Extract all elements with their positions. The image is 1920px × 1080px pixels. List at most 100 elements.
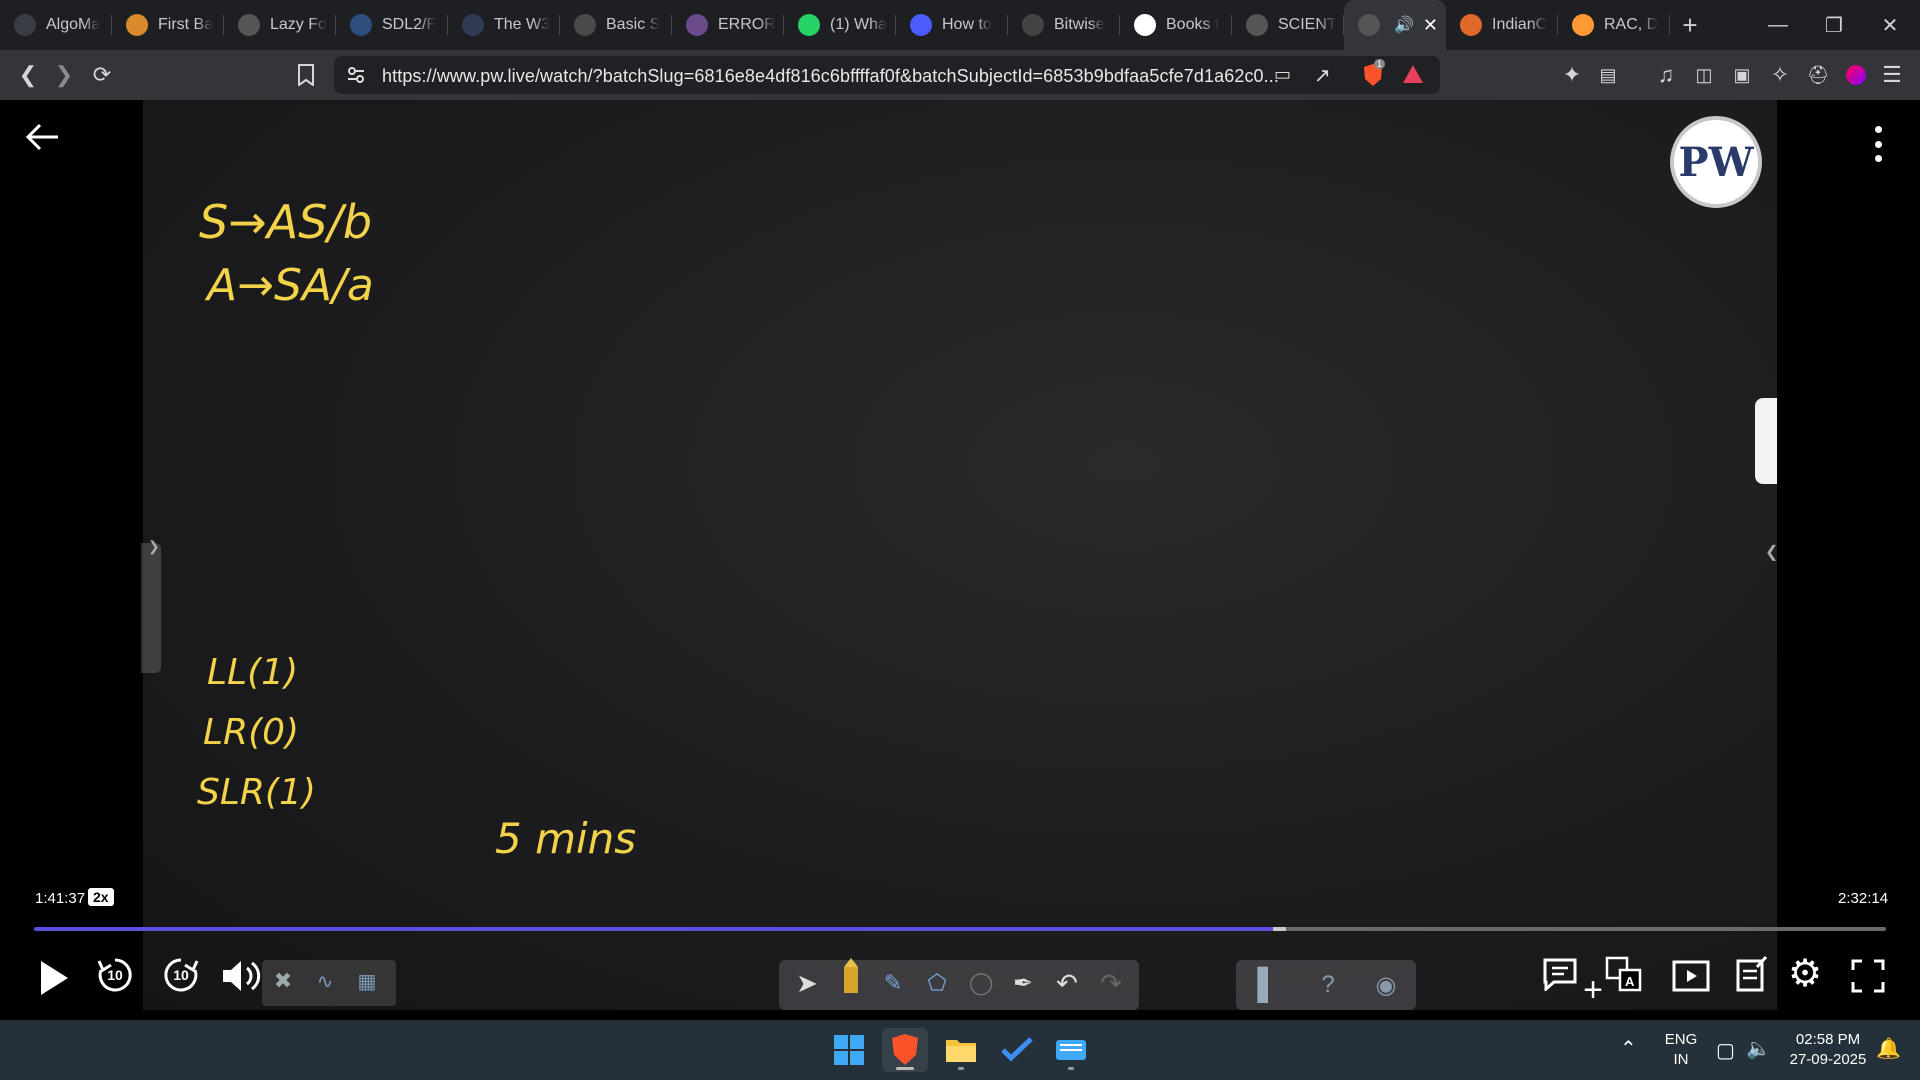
browser-toolbar: ❮ ❯ ⟳ https://www.pw.live/watch/?batchSl… bbox=[0, 50, 1920, 100]
fullscreen-icon[interactable] bbox=[1848, 956, 1888, 996]
speaker-icon[interactable]: 🔈 bbox=[1746, 1036, 1771, 1061]
profile-icon[interactable] bbox=[1840, 59, 1872, 91]
tab-title: (1) Wha bbox=[830, 16, 887, 33]
sidebar-icon[interactable]: ◫ bbox=[1688, 59, 1720, 91]
tab-title: SCIENT bbox=[1278, 16, 1336, 33]
tray-overflow-icon[interactable]: ⌃ bbox=[1620, 1036, 1637, 1061]
marker-icon: ✒ bbox=[1012, 969, 1034, 997]
reload-icon[interactable]: ⟳ bbox=[86, 59, 118, 91]
browser-tab[interactable]: Bitwise bbox=[1008, 0, 1120, 50]
media-icon[interactable]: ♫ bbox=[1650, 59, 1682, 91]
volume-icon[interactable] bbox=[220, 956, 264, 996]
back-icon[interactable]: ❮ bbox=[12, 59, 44, 91]
cast-icon[interactable]: ▭ bbox=[1274, 64, 1291, 85]
region-code: IN bbox=[1673, 1051, 1689, 1068]
blackboard: S→AS/b A→SA/a LL(1) LR(0) SLR(1) 5 mins … bbox=[141, 100, 1778, 1010]
todo-icon[interactable] bbox=[994, 1028, 1040, 1072]
right-panel-tab[interactable] bbox=[1755, 398, 1777, 484]
menu-icon[interactable]: ☰ bbox=[1876, 59, 1908, 91]
chart-icon: ▌ bbox=[1257, 968, 1279, 1001]
chat-icon[interactable] bbox=[1540, 954, 1580, 994]
total-time: 2:32:14 bbox=[1838, 890, 1889, 907]
brave-browser-icon[interactable] bbox=[882, 1028, 928, 1072]
browser-tab[interactable]: Lazy Fo bbox=[224, 0, 336, 50]
brave-shield-icon[interactable]: 1 bbox=[1362, 59, 1386, 87]
stroke-icon: ∿ bbox=[316, 970, 334, 993]
parser-item: LR(0) bbox=[203, 712, 300, 753]
translate-icon[interactable]: A bbox=[1604, 954, 1644, 994]
browser-tab[interactable]: How to bbox=[896, 0, 1008, 50]
pen-icon bbox=[836, 956, 866, 996]
browser-tab[interactable]: RAC, D bbox=[1558, 0, 1670, 50]
network-icon[interactable]: ▢ bbox=[1716, 1038, 1735, 1063]
error-icon bbox=[686, 14, 708, 36]
tab-title: The W3 bbox=[494, 16, 551, 33]
pip-icon[interactable] bbox=[1670, 956, 1712, 996]
browser-tab[interactable]: 🔊 ✕ bbox=[1344, 0, 1446, 50]
video-player[interactable]: S→AS/b A→SA/a LL(1) LR(0) SLR(1) 5 mins … bbox=[0, 100, 1920, 1020]
forward-icon[interactable]: ❯ bbox=[48, 59, 80, 91]
clock[interactable]: 02:58 PM 27-09-2025 bbox=[1780, 1030, 1876, 1070]
browser-tab[interactable]: Basic S bbox=[560, 0, 672, 50]
speed-badge[interactable]: 2x bbox=[88, 888, 114, 906]
tab-title: Basic S bbox=[606, 16, 661, 33]
pen-toolbar bbox=[779, 960, 1139, 1010]
current-time: 1:41:37 bbox=[35, 890, 86, 907]
vpn-icon[interactable]: ⛑ bbox=[1802, 59, 1834, 91]
browser-tab[interactable]: The W3 bbox=[448, 0, 560, 50]
seek-bar[interactable] bbox=[34, 927, 1886, 931]
tab-close-icon[interactable]: ✕ bbox=[1423, 15, 1438, 36]
right-panel-chevron-icon[interactable]: ❮ bbox=[1765, 542, 1778, 562]
browser-tab[interactable]: First Ba bbox=[112, 0, 224, 50]
file-explorer-icon[interactable] bbox=[938, 1028, 984, 1072]
restore-button[interactable]: ❐ bbox=[1806, 0, 1862, 50]
globe-icon bbox=[1246, 14, 1268, 36]
browser-tab[interactable]: SCIENT bbox=[1232, 0, 1344, 50]
pw-logo: PW bbox=[1670, 116, 1762, 208]
left-panel-chevron-icon[interactable]: ❯ bbox=[148, 538, 160, 555]
site-settings-icon[interactable] bbox=[346, 65, 366, 85]
windows-taskbar: ⌃ ENG IN ▢ 🔈 02:58 PM 27-09-2025 🔔 bbox=[0, 1020, 1920, 1080]
india-flag-icon bbox=[1572, 14, 1594, 36]
browser-tab[interactable]: ERROR bbox=[672, 0, 784, 50]
forward-10-button[interactable]: 10 bbox=[160, 954, 202, 996]
new-tab-button[interactable]: + bbox=[1670, 0, 1710, 50]
left-panel-tab[interactable] bbox=[141, 543, 161, 673]
language-indicator[interactable]: ENG IN bbox=[1662, 1030, 1700, 1070]
settings-gear-icon[interactable]: ⚙ bbox=[1784, 952, 1826, 995]
brave-rewards-icon[interactable] bbox=[1402, 64, 1424, 89]
time-note: 5 mins bbox=[495, 814, 637, 863]
notification-bell-icon[interactable]: 🔔 bbox=[1876, 1036, 1901, 1061]
clock-date: 27-09-2025 bbox=[1789, 1051, 1867, 1068]
extensions-icon[interactable]: ✦ bbox=[1556, 59, 1588, 91]
shape-icon: ⬠ bbox=[927, 970, 947, 995]
more-options-icon[interactable] bbox=[1868, 126, 1888, 162]
share-icon[interactable]: ↗ bbox=[1314, 63, 1331, 88]
windows-start-icon[interactable] bbox=[826, 1028, 872, 1072]
close-window-button[interactable]: ✕ bbox=[1862, 0, 1918, 50]
browser-tab[interactable]: (1) Wha bbox=[784, 0, 896, 50]
browser-tab[interactable]: IndianC bbox=[1446, 0, 1558, 50]
add-icon: + bbox=[1583, 970, 1603, 1009]
rewind-10-button[interactable]: 10 bbox=[94, 954, 136, 996]
w3-icon bbox=[462, 14, 484, 36]
address-bar[interactable]: https://www.pw.live/watch/?batchSlug=681… bbox=[334, 56, 1440, 94]
play-button[interactable] bbox=[34, 956, 74, 1000]
bookmark-icon[interactable] bbox=[290, 59, 322, 91]
browser-tab[interactable]: AlgoMa bbox=[0, 0, 112, 50]
language-code: ENG bbox=[1664, 1031, 1698, 1048]
bolt-icon bbox=[126, 14, 148, 36]
back-arrow-icon[interactable] bbox=[24, 122, 60, 157]
reader-icon[interactable]: ▤ bbox=[1592, 59, 1624, 91]
wallet-icon[interactable]: ▣ bbox=[1726, 59, 1758, 91]
url-text[interactable]: https://www.pw.live/watch/?batchSlug=681… bbox=[382, 66, 1279, 87]
svg-text:A: A bbox=[1625, 974, 1635, 989]
keyboard-app-icon[interactable] bbox=[1048, 1028, 1094, 1072]
minimize-button[interactable]: — bbox=[1750, 0, 1806, 50]
tab-audio-icon[interactable]: 🔊 bbox=[1394, 15, 1414, 35]
tab-title: Books f bbox=[1166, 16, 1220, 33]
browser-tab[interactable]: Books f bbox=[1120, 0, 1232, 50]
browser-tab[interactable]: SDL2/F bbox=[336, 0, 448, 50]
leo-ai-icon[interactable]: ✧ bbox=[1764, 59, 1796, 91]
notes-icon[interactable] bbox=[1732, 954, 1772, 994]
